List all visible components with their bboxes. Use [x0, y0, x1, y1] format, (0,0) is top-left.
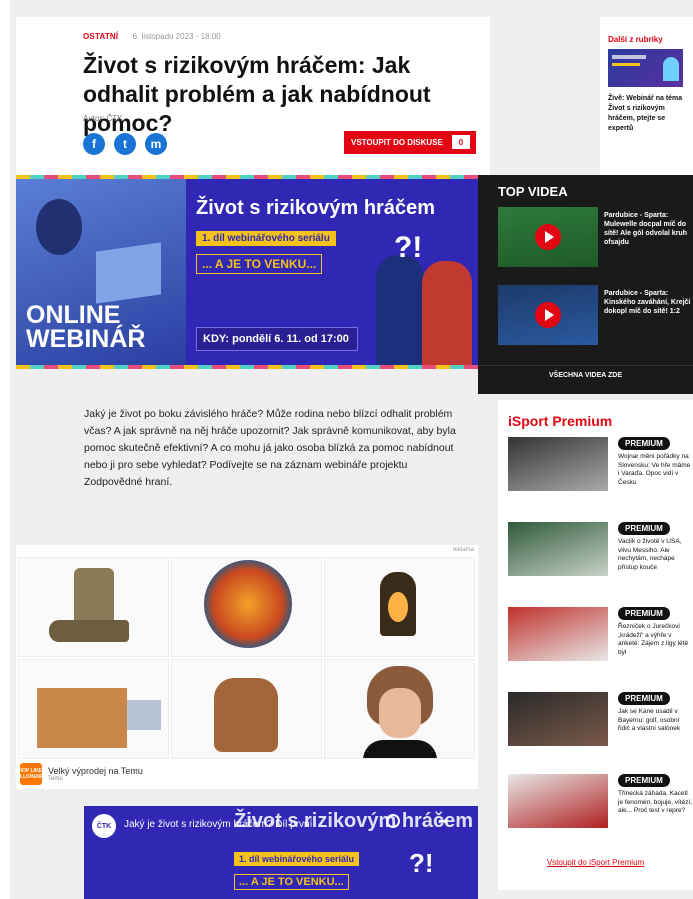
ad-product-boot[interactable] [18, 557, 169, 657]
ad-product-organizer[interactable] [18, 659, 169, 759]
premium-item[interactable]: PREMIUM Jak se Kane usadil v Bayernu: go… [508, 692, 693, 762]
discussion-button[interactable]: VSTOUPIT DO DISKUSE 0 [344, 131, 476, 154]
play-icon[interactable] [535, 302, 561, 328]
article-author: Autor: ČTK [83, 114, 123, 123]
ad-label: reklama [452, 547, 474, 553]
ad-product-backpack[interactable] [171, 659, 322, 759]
premium-title: iSport Premium [508, 413, 613, 429]
ad-advertiser-sub: Temu [48, 776, 63, 782]
premium-thumbnail[interactable] [508, 437, 608, 491]
video-title[interactable]: Pardubice - Sparta: Kinského zaváhání, K… [604, 289, 693, 316]
related-item-text[interactable]: Živě: Webinář na téma Život s rizikovým … [608, 94, 690, 134]
facebook-icon[interactable]: f [83, 133, 105, 155]
ad-product-lantern[interactable] [324, 557, 475, 657]
premium-badge: PREMIUM [618, 692, 670, 705]
video-title[interactable]: Pardubice - Sparta: Mulewelle docpal míč… [604, 211, 693, 247]
premium-item-text[interactable]: Jak se Kane usadil v Bayernu: golf, osob… [618, 708, 693, 734]
premium-item-text[interactable]: Wojnar mění pořádky na Slovensku: Ve hře… [618, 453, 693, 487]
article-header: OSTATNÍ 6. listopadu 2023 - 18:00 Život … [16, 17, 490, 177]
banner-tagline: ... A JE TO VENKU... [196, 254, 323, 274]
premium-thumbnail[interactable] [508, 607, 608, 661]
banner-qmark: ?! [394, 231, 423, 264]
premium-link[interactable]: Vstoupit do iSport Premium [498, 858, 693, 867]
banner-online-label: ONLINE WEBINÁŘ [26, 301, 146, 353]
top-videos: TOP VIDEA Pardubice - Sparta: Mulewelle … [478, 175, 693, 394]
premium-item[interactable]: PREMIUM Vaclík o životě v USA, vlivu Mes… [508, 522, 693, 592]
ad-product-wig[interactable] [324, 659, 475, 759]
category-link[interactable]: OSTATNÍ [83, 32, 118, 41]
watch-later-icon[interactable] [386, 814, 400, 828]
all-videos-link[interactable]: VŠECHNA VIDEA ZDE [478, 365, 693, 379]
ctk-logo: ČTK [92, 814, 116, 838]
ad-footer[interactable]: SHOP LIKE A BILLIONAIRE Velký výprodej n… [15, 763, 143, 785]
premium-item[interactable]: PREMIUM Třinecká záhada. Kacetl je fenom… [508, 774, 693, 844]
webinar-banner[interactable]: ONLINE WEBINÁŘ Život s rizikovým hráčem … [16, 175, 478, 369]
premium-thumbnail[interactable] [508, 692, 608, 746]
ad-block[interactable]: reklama D X SHOP LIKE A BILLIONAIRE V [15, 545, 478, 789]
premium-item-text[interactable]: Vaclík o životě v USA, vlivu Messiho. Al… [618, 538, 693, 572]
twitter-icon[interactable]: t [114, 133, 136, 155]
top-videos-title: TOP VIDEA [498, 184, 568, 199]
related-sidebar: Další z rubriky Živě: Webinář na téma Ži… [600, 17, 693, 177]
isport-premium: iSport Premium PREMIUM Wojnar mění pořád… [498, 400, 693, 890]
related-thumbnail[interactable] [608, 49, 683, 87]
ad-product-tree[interactable] [171, 557, 322, 657]
premium-item-text[interactable]: Řezníček o Jurečkovi „krádeži“ a výhře v… [618, 623, 693, 657]
premium-badge: PREMIUM [618, 437, 670, 450]
article-title: Život s rizikovým hráčem: Jak odhalit pr… [83, 52, 431, 136]
video-item[interactable]: Pardubice - Sparta: Kinského zaváhání, K… [498, 285, 693, 347]
banner-figure [422, 261, 472, 365]
video-thumbnail[interactable] [498, 207, 598, 267]
video-title[interactable]: Jaký je život s rizikovým hráčem? Díl pr… [124, 819, 312, 830]
premium-thumbnail[interactable] [508, 774, 608, 828]
premium-item[interactable]: PREMIUM Řezníček o Jurečkovi „krádeži“ a… [508, 607, 693, 677]
discussion-label: VSTOUPIT DO DISKUSE [351, 138, 443, 147]
premium-item-text[interactable]: Třinecká záhada. Kacetl je fenomén, boju… [618, 790, 693, 816]
premium-badge: PREMIUM [618, 607, 670, 620]
play-icon[interactable] [535, 224, 561, 250]
share-buttons: f t m [83, 133, 167, 155]
left-edge [0, 0, 10, 899]
video-item[interactable]: Pardubice - Sparta: Mulewelle docpal míč… [498, 207, 693, 269]
banner-title: Život s rizikovým hráčem [196, 197, 435, 219]
ad-products [18, 557, 475, 759]
premium-badge: PREMIUM [618, 774, 670, 787]
premium-item[interactable]: PREMIUM Wojnar mění pořádky na Slovensku… [508, 437, 693, 507]
banner-when: KDY: pondělí 6. 11. od 17:00 [196, 327, 358, 351]
article-date: 6. listopadu 2023 - 18:00 [132, 32, 221, 41]
article-perex: Jaký je život po boku závislého hráče? M… [84, 408, 456, 488]
video-episode: 1. díl webinářového seriálu [234, 852, 360, 866]
temu-logo: SHOP LIKE A BILLIONAIRE [15, 763, 47, 785]
premium-thumbnail[interactable] [508, 522, 608, 576]
banner-figure [376, 255, 424, 365]
article-meta: OSTATNÍ 6. listopadu 2023 - 18:00 [83, 32, 221, 41]
video-qmark: ?! [409, 848, 434, 878]
premium-badge: PREMIUM [618, 522, 670, 535]
share-icon[interactable]: ➦ [438, 814, 448, 828]
video-player[interactable]: ČTK Život s rizikovým hráčem Jaký je živ… [84, 806, 478, 899]
discussion-count: 0 [452, 135, 470, 149]
ad-advertiser[interactable]: Velký výprodej na Temu [48, 766, 143, 776]
banner-episode: 1. díl webinářového seriálu [196, 231, 336, 246]
related-title: Další z rubriky [608, 35, 663, 44]
video-thumbnail[interactable] [498, 285, 598, 345]
messenger-icon[interactable]: m [145, 133, 167, 155]
video-tagline: ... A JE TO VENKU... [234, 874, 349, 890]
